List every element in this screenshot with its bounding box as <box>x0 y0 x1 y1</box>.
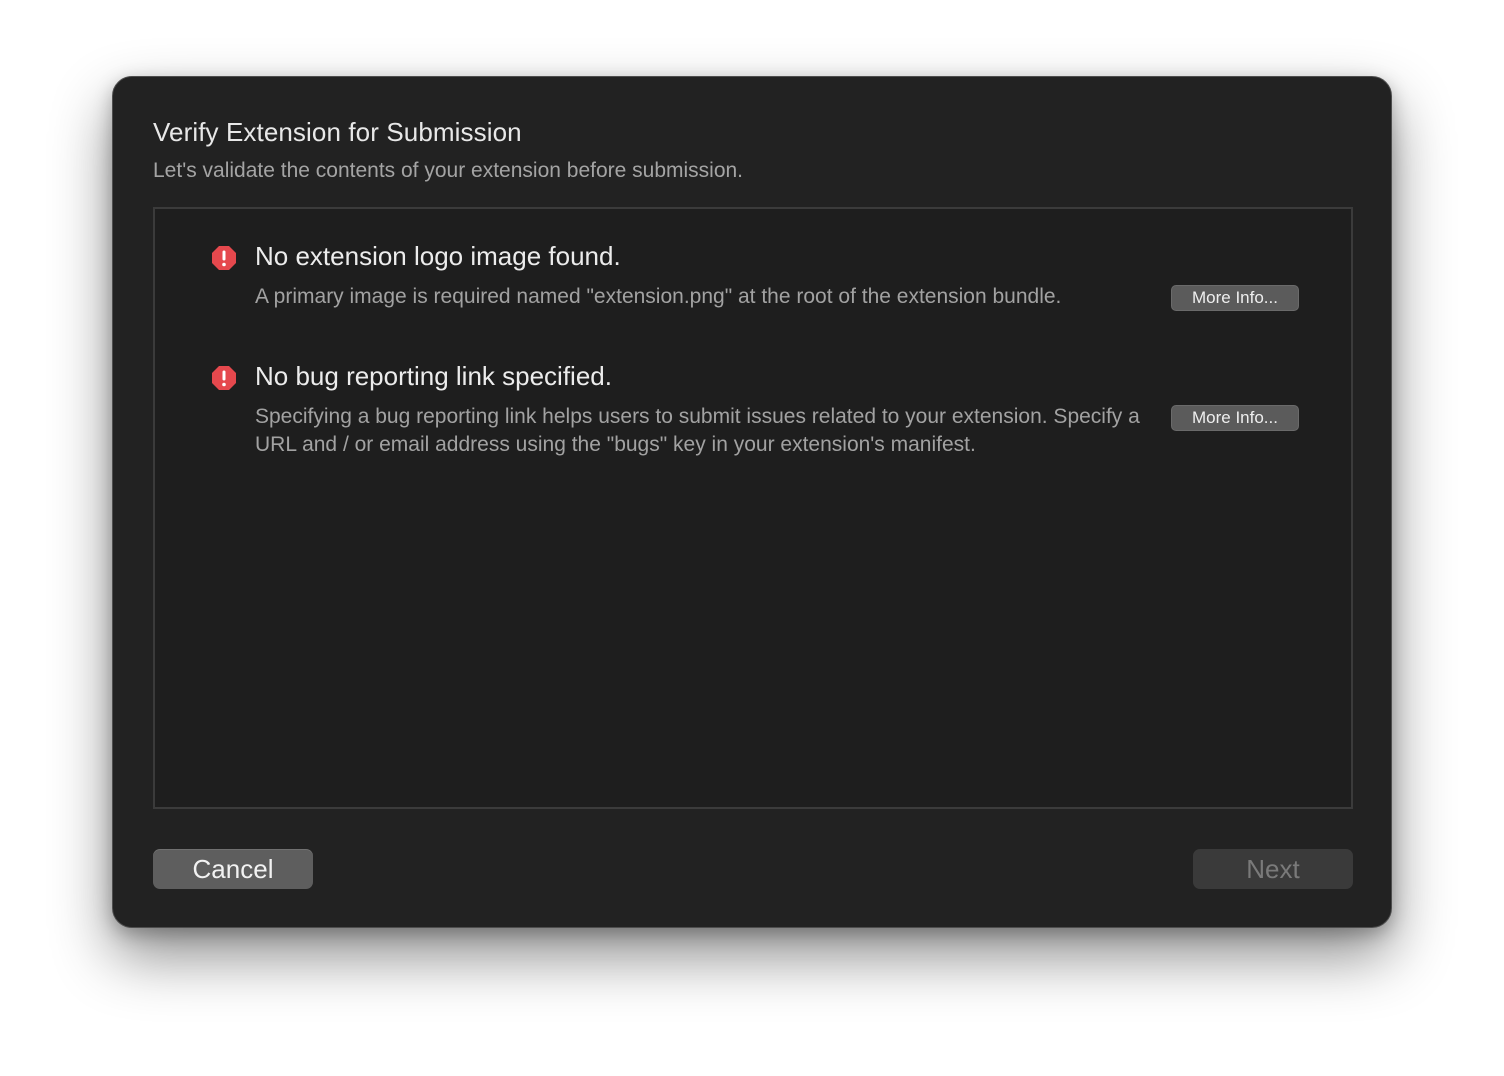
issue-description: A primary image is required named "exten… <box>255 285 1062 308</box>
error-icon <box>212 246 236 270</box>
more-info-button[interactable]: More Info... <box>1171 285 1299 311</box>
dialog-subtitle: Let's validate the contents of your exte… <box>153 159 744 182</box>
issue-title: No extension logo image found. <box>255 241 621 271</box>
more-info-button[interactable]: More Info... <box>1171 405 1299 431</box>
dialog-title: Verify Extension for Submission <box>153 117 522 147</box>
cancel-button[interactable]: Cancel <box>153 849 313 889</box>
issue-description: Specifying a bug reporting link helps us… <box>255 405 1140 456</box>
issues-panel: No extension logo image found. A primary… <box>153 207 1353 809</box>
verify-extension-dialog: Verify Extension for Submission Let's va… <box>112 76 1392 928</box>
error-icon <box>212 366 236 390</box>
next-button[interactable]: Next <box>1193 849 1353 889</box>
issue-title: No bug reporting link specified. <box>255 361 612 391</box>
